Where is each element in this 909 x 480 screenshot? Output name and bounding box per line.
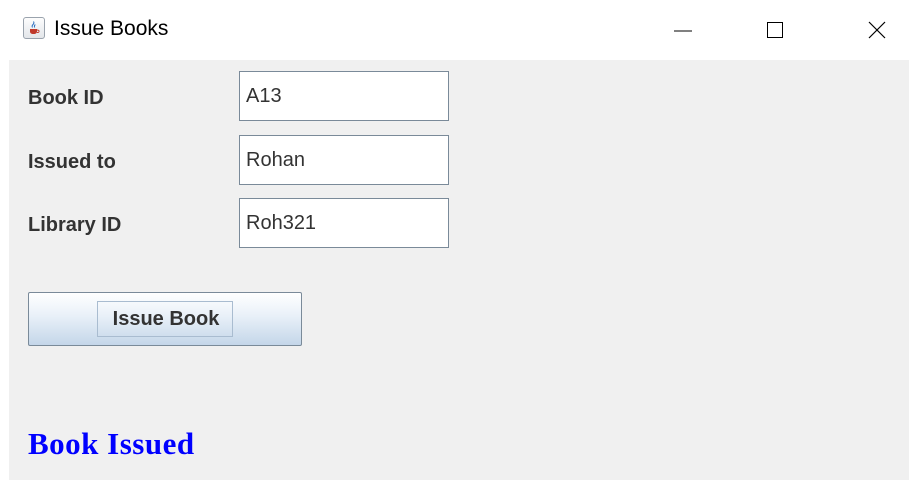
minimize-icon — [674, 30, 692, 32]
issue-book-button[interactable]: Issue Book — [28, 292, 302, 346]
issued-to-label: Issued to — [28, 151, 116, 173]
library-id-label: Library ID — [28, 214, 122, 236]
maximize-icon — [767, 22, 783, 38]
form-panel: Book ID Issued to Library ID Issue Book … — [9, 60, 909, 480]
title-bar[interactable]: Issue Books — [0, 0, 909, 60]
java-cup-icon[interactable] — [23, 17, 45, 39]
issued-to-field[interactable] — [239, 135, 449, 185]
issue-book-button-label: Issue Book — [112, 308, 220, 330]
close-button[interactable] — [847, 0, 907, 60]
issue-books-window: Issue Books Book ID Issued to Library ID — [0, 0, 909, 480]
close-icon — [868, 21, 886, 39]
book-id-label: Book ID — [28, 87, 104, 109]
book-id-field[interactable] — [239, 71, 449, 121]
minimize-button[interactable] — [653, 0, 713, 60]
window-title: Issue Books — [54, 17, 169, 40]
status-message: Book Issued — [28, 426, 195, 461]
library-id-field[interactable] — [239, 198, 449, 248]
maximize-button[interactable] — [745, 0, 805, 60]
